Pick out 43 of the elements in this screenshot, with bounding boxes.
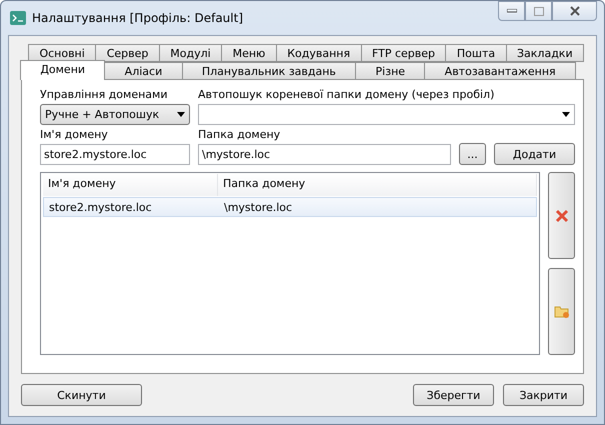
reset-button[interactable]: Скинути xyxy=(21,384,142,406)
tab[interactable]: Меню xyxy=(221,44,277,62)
autosearch-dropdown[interactable] xyxy=(198,104,575,125)
column-header[interactable]: Ім'я домену xyxy=(43,174,218,196)
table-cell-text: store2.mystore.loc xyxy=(48,200,153,214)
delete-icon xyxy=(554,208,568,222)
field-label: Ім'я домену xyxy=(40,128,109,141)
tab[interactable]: Закладки xyxy=(506,44,584,62)
column-header[interactable]: Папка домену xyxy=(218,174,537,196)
close-icon xyxy=(570,6,580,16)
domain-folder-field[interactable]: \mystore.loc xyxy=(198,144,451,165)
field-label: Автопошук кореневої папки домену (через пробіл) xyxy=(198,88,496,101)
dropdown-arrow-icon xyxy=(177,112,185,117)
tab[interactable]: Різне xyxy=(355,62,426,80)
tab[interactable]: Планувальник завдань xyxy=(182,62,356,80)
folder-button[interactable] xyxy=(548,268,575,355)
field-label: Управління доменами xyxy=(40,88,168,101)
folder-icon xyxy=(554,304,570,318)
window-title: Налаштування [Профіль: Default] xyxy=(32,11,244,25)
list-row[interactable]: store2.mystore.loc \mystore.loc xyxy=(43,197,537,217)
minimize-icon xyxy=(506,9,516,13)
terminal-icon xyxy=(10,11,26,25)
tab[interactable]: Сервер xyxy=(95,44,160,62)
tab[interactable]: FTP сервер xyxy=(360,44,446,62)
tab[interactable]: Кодування xyxy=(276,44,362,62)
tab[interactable]: Домени xyxy=(20,60,106,80)
delete-button[interactable] xyxy=(548,172,575,259)
maximize-icon xyxy=(534,6,544,16)
minimize-button[interactable] xyxy=(498,1,525,21)
tab[interactable]: Аліаси xyxy=(104,62,183,80)
tab[interactable]: Модулі xyxy=(158,44,222,62)
close-button[interactable] xyxy=(552,1,597,21)
tab[interactable]: Автозавантаження xyxy=(424,62,576,80)
table-cell-text: \mystore.loc xyxy=(223,200,294,214)
field-label: Папка домену xyxy=(198,128,282,141)
add-button[interactable]: Додати xyxy=(494,143,575,165)
browse-button[interactable]: ... xyxy=(459,143,486,165)
close-dialog-button[interactable]: Закрити xyxy=(503,384,584,406)
domain-management-dropdown[interactable]: Ручне + Автопошук xyxy=(40,104,190,125)
domain-name-field[interactable]: store2.mystore.loc xyxy=(40,144,190,165)
tab[interactable]: Пошта xyxy=(445,44,507,62)
dropdown-arrow-icon xyxy=(562,112,570,117)
save-button[interactable]: Зберегти xyxy=(413,384,494,406)
